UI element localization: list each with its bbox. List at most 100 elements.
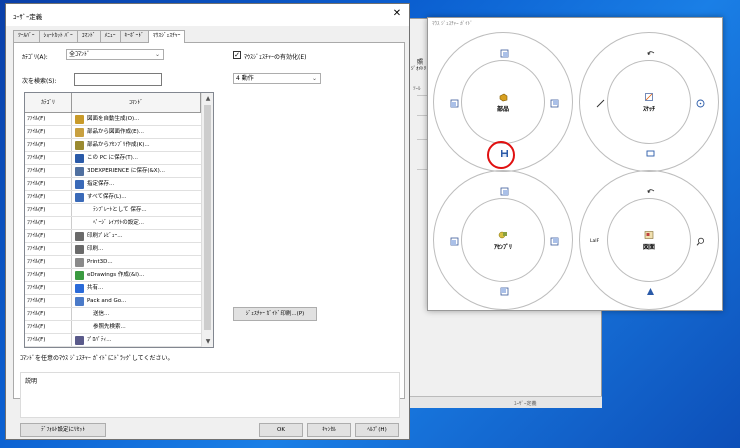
smart-dimension-text[interactable]: LaIF — [590, 239, 599, 244]
cancel-button[interactable]: ｷｬﾝｾﾙ — [307, 423, 351, 437]
view-right-icon[interactable] — [550, 99, 559, 108]
circle-icon[interactable] — [696, 99, 705, 108]
row-command[interactable]: 部品から図面作成(E)... — [72, 126, 201, 138]
enable-gesture-checkbox[interactable]: ✓ — [233, 51, 241, 59]
gesture-count-select[interactable]: 4 動作 ⌄ — [233, 73, 321, 84]
annotation-icon[interactable] — [646, 287, 655, 296]
undo-icon[interactable] — [646, 187, 655, 196]
tab-menus[interactable]: ﾒﾆｭｰ — [99, 30, 121, 42]
command-icon — [75, 179, 84, 189]
ok-button[interactable]: OK — [259, 423, 303, 437]
table-row[interactable]: ﾌｧｲﾙ(F) 共有... — [25, 282, 201, 295]
view-bottom-icon[interactable] — [500, 287, 509, 296]
rectangle-icon[interactable] — [646, 149, 655, 158]
row-command[interactable]: ﾌﾟﾛﾊﾟﾃｨ... — [72, 334, 201, 346]
column-header-command[interactable]: ｺﾏﾝﾄﾞ — [72, 93, 201, 113]
zoom-icon[interactable] — [696, 237, 705, 246]
row-command[interactable]: 部品からｱｾﾝﾌﾞﾘ作成(K)... — [72, 139, 201, 151]
row-command[interactable]: eDrawings 作成(&I)... — [72, 269, 201, 281]
table-row[interactable]: ﾌｧｲﾙ(F) ﾃﾝﾌﾟﾚｰﾄとして 保存... — [25, 204, 201, 217]
row-category: ﾌｧｲﾙ(F) — [25, 269, 72, 281]
sketch-icon — [645, 92, 653, 101]
table-row[interactable]: ﾌｧｲﾙ(F) Pack and Go... — [25, 295, 201, 308]
table-row[interactable]: ﾌｧｲﾙ(F) 図面を自動生成(O)... — [25, 113, 201, 126]
row-command[interactable]: ﾍﾟｰｼﾞ ﾚｲｱｳﾄの設定... — [72, 217, 201, 229]
row-command[interactable]: 3DEXPERIENCE に保存(&X)... — [72, 165, 201, 177]
row-category: ﾌｧｲﾙ(F) — [25, 282, 72, 294]
table-row[interactable]: ﾌｧｲﾙ(F) ﾍﾟｰｼﾞ ﾚｲｱｳﾄの設定... — [25, 217, 201, 230]
close-icon[interactable]: ✕ — [391, 8, 403, 20]
table-row[interactable]: ﾌｧｲﾙ(F) 印刷... — [25, 243, 201, 256]
help-button[interactable]: ﾍﾙﾌﾟ(H) — [355, 423, 399, 437]
dialog-title: ﾕｰｻﾞｰ定義 — [13, 13, 43, 21]
table-row[interactable]: ﾌｧｲﾙ(F) 部品からｱｾﾝﾌﾞﾘ作成(K)... — [25, 139, 201, 152]
undo-icon[interactable] — [646, 49, 655, 58]
view-left-icon[interactable] — [450, 99, 459, 108]
table-row[interactable]: ﾌｧｲﾙ(F) すべて保存(L)... — [25, 191, 201, 204]
table-row[interactable]: ﾌｧｲﾙ(F) Print3D... — [25, 256, 201, 269]
row-command[interactable]: Print3D... — [72, 256, 201, 268]
command-label: 部品からｱｾﾝﾌﾞﾘ作成(K)... — [87, 142, 150, 148]
table-row[interactable]: ﾌｧｲﾙ(F) 参照先検索... — [25, 321, 201, 334]
tab-shortcut-bars[interactable]: ｼｮｰﾄｶｯﾄ ﾊﾞｰ — [38, 30, 78, 42]
view-top-icon[interactable] — [500, 187, 509, 196]
row-category: ﾌｧｲﾙ(F) — [25, 217, 72, 229]
scroll-down-icon[interactable]: ▼ — [202, 336, 213, 347]
line-icon[interactable] — [596, 99, 605, 108]
table-row[interactable]: ﾌｧｲﾙ(F) 指定保存... — [25, 178, 201, 191]
guide-title: ﾏｳｽ ｼﾞｪｽﾁｬｰ ｶﾞｲﾄﾞ — [432, 21, 473, 27]
row-command[interactable]: 共有... — [72, 282, 201, 294]
table-row[interactable]: ﾌｧｲﾙ(F) eDrawings 作成(&I)... — [25, 269, 201, 282]
command-icon — [75, 283, 84, 293]
description-box: 説明 — [20, 372, 400, 418]
command-icon — [75, 296, 84, 306]
tab-keyboard[interactable]: ｷｰﾎﾞｰﾄﾞ — [119, 30, 149, 42]
command-icon — [75, 153, 84, 163]
wheel-label-part: 部品 — [496, 105, 509, 113]
command-label: 送信... — [93, 311, 110, 317]
table-row[interactable]: ﾌｧｲﾙ(F) ﾌﾟﾛﾊﾟﾃｨ... — [25, 334, 201, 347]
command-label: 参照先検索... — [93, 324, 126, 330]
row-command[interactable]: 印刷ﾌﾟﾚﾋﾞｭｰ... — [72, 230, 201, 242]
command-label: eDrawings 作成(&I)... — [87, 272, 145, 278]
row-command[interactable]: 指定保存... — [72, 178, 201, 190]
command-icon — [75, 270, 84, 280]
command-icon — [75, 219, 84, 228]
view-top-icon[interactable] — [500, 49, 509, 58]
tab-commands[interactable]: ｺﾏﾝﾄﾞ — [76, 30, 101, 42]
gesture-wheel-drawing: 図面 LaIF — [579, 170, 719, 310]
view-left-icon[interactable] — [450, 237, 459, 246]
table-row[interactable]: ﾌｧｲﾙ(F) 送信... — [25, 308, 201, 321]
row-command[interactable]: 送信... — [72, 308, 201, 320]
command-label: 印刷ﾌﾟﾚﾋﾞｭｰ... — [87, 233, 123, 239]
row-category: ﾌｧｲﾙ(F) — [25, 204, 72, 216]
row-category: ﾌｧｲﾙ(F) — [25, 113, 72, 125]
gesture-wheel-sketch: ｽｹｯﾁ — [579, 32, 719, 172]
row-command[interactable]: すべて保存(L)... — [72, 191, 201, 203]
row-command[interactable]: この PC に保存(T)... — [72, 152, 201, 164]
vertical-scrollbar[interactable]: ▲ ▼ — [201, 93, 213, 347]
column-header-category[interactable]: ｶﾃｺﾞﾘ — [25, 93, 72, 113]
tab-mouse-gestures[interactable]: ﾏｳｽｼﾞｪｽﾁｬｰ — [147, 30, 186, 43]
scroll-up-icon[interactable]: ▲ — [202, 93, 213, 104]
command-label: 共有... — [87, 285, 104, 291]
search-input[interactable] — [74, 73, 162, 86]
print-guide-button[interactable]: ｼﾞｪｽﾁｬｰ ｶﾞｲﾄﾞ印刷...(P) — [233, 307, 317, 321]
row-command[interactable]: 図面を自動生成(O)... — [72, 113, 201, 125]
command-label: Print3D... — [87, 259, 113, 265]
table-row[interactable]: ﾌｧｲﾙ(F) 印刷ﾌﾟﾚﾋﾞｭｰ... — [25, 230, 201, 243]
table-row[interactable]: ﾌｧｲﾙ(F) 部品から図面作成(E)... — [25, 126, 201, 139]
row-command[interactable]: 印刷... — [72, 243, 201, 255]
gesture-wheel-assembly: ｱｾﾝﾌﾞﾘ — [433, 170, 573, 310]
row-command[interactable]: ﾃﾝﾌﾟﾚｰﾄとして 保存... — [72, 204, 201, 216]
row-command[interactable]: Pack and Go... — [72, 295, 201, 307]
category-select[interactable]: 全ｺﾏﾝﾄﾞ ⌄ — [66, 49, 164, 60]
table-row[interactable]: ﾌｧｲﾙ(F) 3DEXPERIENCE に保存(&X)... — [25, 165, 201, 178]
customize-dialog: ﾕｰｻﾞｰ定義 ✕ ﾂｰﾙﾊﾞｰ ｼｮｰﾄｶｯﾄ ﾊﾞｰ ｺﾏﾝﾄﾞ ﾒﾆｭｰ … — [5, 3, 410, 440]
tab-toolbars[interactable]: ﾂｰﾙﾊﾞｰ — [13, 30, 40, 42]
row-command[interactable]: 参照先検索... — [72, 321, 201, 333]
table-row[interactable]: ﾌｧｲﾙ(F) この PC に保存(T)... — [25, 152, 201, 165]
view-right-icon[interactable] — [550, 237, 559, 246]
reset-defaults-button[interactable]: ﾃﾞﾌｫﾙﾄ設定にﾘｾｯﾄ — [20, 423, 106, 437]
scroll-thumb[interactable] — [204, 105, 211, 330]
